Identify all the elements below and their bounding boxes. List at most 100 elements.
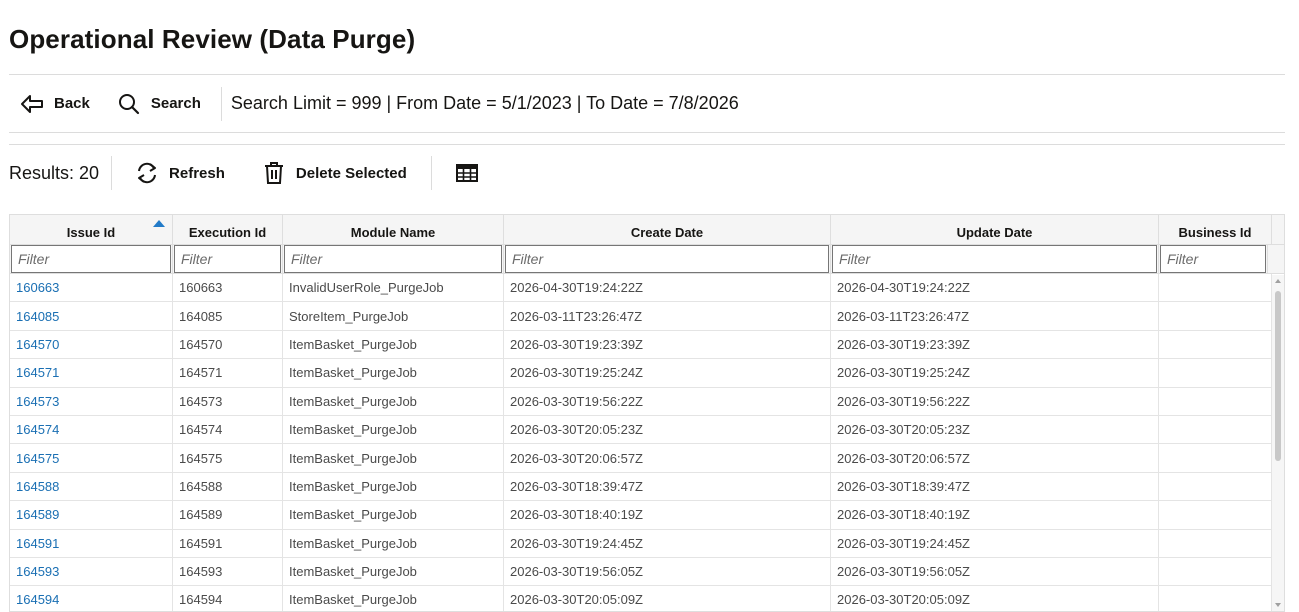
table-row[interactable]: 164575 164575 ItemBasket_PurgeJob 2026-03-3… xyxy=(10,444,1284,473)
execution-id-cell: 164571 xyxy=(173,359,283,387)
issue-id-link[interactable]: 164571 xyxy=(10,359,173,387)
column-header-business-id[interactable]: Business Id xyxy=(1159,215,1272,244)
issue-id-link[interactable]: 164594 xyxy=(10,586,173,611)
update-date-cell: 2026-04-30T19:24:22Z xyxy=(831,274,1159,302)
update-date-cell: 2026-03-11T23:26:47Z xyxy=(831,302,1159,330)
issue-id-link[interactable]: 164575 xyxy=(10,444,173,472)
column-header-label: Business Id xyxy=(1178,225,1252,240)
search-summary: Search Limit = 999 | From Date = 5/1/202… xyxy=(230,93,739,113)
table-header: Issue Id Execution Id Module Name Create… xyxy=(10,215,1284,245)
update-date-cell: 2026-03-30T19:25:24Z xyxy=(831,359,1159,387)
table-row[interactable]: 164570 164570 ItemBasket_PurgeJob 2026-03-3… xyxy=(10,330,1284,360)
module-name-filter-input[interactable] xyxy=(284,245,502,273)
module-name-cell: ItemBasket_PurgeJob xyxy=(283,330,504,359)
module-name-cell: ItemBasket_PurgeJob xyxy=(283,501,504,529)
table-row[interactable]: 164593 164593 ItemBasket_PurgeJob 2026-03-3… xyxy=(10,557,1284,587)
business-id-cell xyxy=(1159,529,1272,557)
table-row[interactable]: 164589 164589 ItemBasket_PurgeJob 2026-03-3… xyxy=(10,501,1284,530)
issue-id-link[interactable]: 164574 xyxy=(10,415,173,444)
create-date-cell: 2026-03-30T20:05:09Z xyxy=(504,586,831,611)
scrollbar-thumb[interactable] xyxy=(1275,291,1281,461)
column-header-create-date[interactable]: Create Date xyxy=(504,215,831,244)
module-name-cell: ItemBasket_PurgeJob xyxy=(283,415,504,444)
execution-id-filter-input[interactable] xyxy=(174,245,281,273)
vertical-scrollbar[interactable] xyxy=(1271,275,1284,611)
issue-id-link[interactable]: 164588 xyxy=(10,472,173,501)
issue-id-link[interactable]: 164085 xyxy=(10,302,173,330)
business-id-cell xyxy=(1159,274,1272,302)
column-header-update-date[interactable]: Update Date xyxy=(831,215,1159,244)
results-count: Results: 20 xyxy=(9,162,100,183)
table-row[interactable]: 160663 160663 InvalidUserRole_PurgeJob 2026… xyxy=(10,274,1284,303)
issue-id-link[interactable]: 164593 xyxy=(10,557,173,586)
module-name-cell: ItemBasket_PurgeJob xyxy=(283,387,504,415)
issue-id-link[interactable]: 164573 xyxy=(10,387,173,415)
data-table: Issue Id Execution Id Module Name Create… xyxy=(9,214,1285,612)
create-date-filter-input[interactable] xyxy=(505,245,829,273)
search-label: Search xyxy=(150,95,201,112)
update-date-cell: 2026-03-30T20:05:09Z xyxy=(831,586,1159,611)
magnifier-icon xyxy=(116,91,142,117)
execution-id-cell: 160663 xyxy=(173,274,283,302)
filter-cell xyxy=(1159,245,1268,273)
sort-ascending-icon xyxy=(153,220,165,227)
table-row[interactable]: 164574 164574 ItemBasket_PurgeJob 2026-03-3… xyxy=(10,415,1284,445)
business-id-cell xyxy=(1159,302,1272,330)
update-date-cell: 2026-03-30T18:40:19Z xyxy=(831,501,1159,529)
search-toolbar: Back Search Search Limit = 999 | From Da… xyxy=(9,75,1285,132)
table-row[interactable]: 164588 164588 ItemBasket_PurgeJob 2026-03-3… xyxy=(10,472,1284,502)
filter-cell xyxy=(173,245,283,273)
create-date-cell: 2026-03-30T19:56:22Z xyxy=(504,387,831,415)
column-header-label: Issue Id xyxy=(66,225,116,240)
business-id-cell xyxy=(1159,586,1272,611)
column-header-execution-id[interactable]: Execution Id xyxy=(173,215,283,244)
column-header-label: Create Date xyxy=(630,225,704,240)
table-row[interactable]: 164571 164571 ItemBasket_PurgeJob 2026-03-3… xyxy=(10,359,1284,388)
search-button[interactable]: Search xyxy=(106,84,211,124)
column-header-issue-id[interactable]: Issue Id xyxy=(10,215,173,244)
divider xyxy=(9,132,1285,133)
issue-id-filter-input[interactable] xyxy=(11,245,171,273)
table-row[interactable]: 164594 164594 ItemBasket_PurgeJob 2026-03-3… xyxy=(10,586,1284,611)
business-id-cell xyxy=(1159,472,1272,501)
create-date-cell: 2026-03-30T20:05:23Z xyxy=(504,415,831,444)
create-date-cell: 2026-03-30T18:40:19Z xyxy=(504,501,831,529)
back-button[interactable]: Back xyxy=(9,84,100,124)
execution-id-cell: 164574 xyxy=(173,415,283,444)
issue-id-link[interactable]: 164570 xyxy=(10,330,173,359)
create-date-cell: 2026-03-30T20:06:57Z xyxy=(504,444,831,472)
table-row[interactable]: 164085 164085 StoreItem_PurgeJob 2026-03-11… xyxy=(10,302,1284,331)
filter-cell xyxy=(283,245,504,273)
update-date-cell: 2026-03-30T20:05:23Z xyxy=(831,415,1159,444)
update-date-cell: 2026-03-30T19:56:22Z xyxy=(831,387,1159,415)
module-name-cell: ItemBasket_PurgeJob xyxy=(283,529,504,557)
refresh-button[interactable]: Refresh xyxy=(124,153,235,193)
execution-id-cell: 164085 xyxy=(173,302,283,330)
issue-id-link[interactable]: 164591 xyxy=(10,529,173,557)
module-name-cell: ItemBasket_PurgeJob xyxy=(283,586,504,611)
issue-id-link[interactable]: 160663 xyxy=(10,274,173,302)
columns-button[interactable] xyxy=(444,153,490,193)
business-id-cell xyxy=(1159,415,1272,444)
toolbar-separator xyxy=(111,156,113,190)
business-id-filter-input[interactable] xyxy=(1160,245,1266,273)
create-date-cell: 2026-04-30T19:24:22Z xyxy=(504,274,831,302)
scroll-down-icon[interactable] xyxy=(1275,603,1281,607)
table-grid-icon xyxy=(454,160,480,186)
table-row[interactable]: 164591 164591 ItemBasket_PurgeJob 2026-03-3… xyxy=(10,529,1284,558)
results-toolbar: Results: 20 Refresh Delete Selected xyxy=(9,145,1285,201)
filter-cell xyxy=(504,245,831,273)
delete-selected-button[interactable]: Delete Selected xyxy=(251,153,417,193)
column-header-module-name[interactable]: Module Name xyxy=(283,215,504,244)
table-row[interactable]: 164573 164573 ItemBasket_PurgeJob 2026-03-3… xyxy=(10,387,1284,416)
column-header-label: Module Name xyxy=(350,225,436,240)
scroll-up-icon[interactable] xyxy=(1275,279,1281,283)
business-id-cell xyxy=(1159,330,1272,359)
execution-id-cell: 164593 xyxy=(173,557,283,586)
update-date-filter-input[interactable] xyxy=(832,245,1157,273)
create-date-cell: 2026-03-30T18:39:47Z xyxy=(504,472,831,501)
issue-id-link[interactable]: 164589 xyxy=(10,501,173,529)
toolbar-separator xyxy=(220,86,222,121)
toolbar-separator xyxy=(430,156,432,190)
module-name-cell: ItemBasket_PurgeJob xyxy=(283,557,504,586)
